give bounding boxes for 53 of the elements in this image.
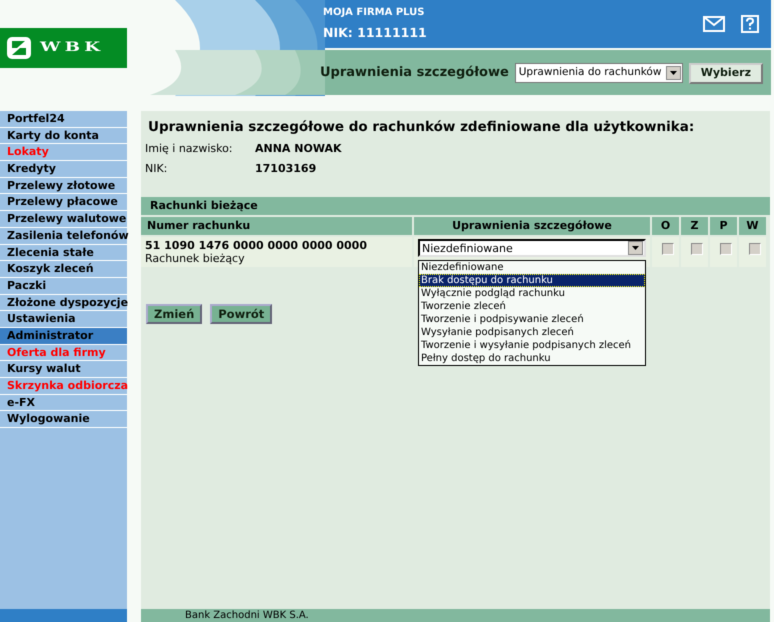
section-heading: Uprawnienia szczegółowe do rachunków zdefiniowane dla użytkownika: <box>147 118 696 137</box>
column-header: P <box>710 217 737 236</box>
sidebar-item[interactable]: Portfel24 <box>0 111 127 128</box>
footer-text: Bank Zachodni WBK S.A. <box>141 609 770 622</box>
company-name: MOJA FIRMA PLUS <box>323 6 426 20</box>
sidebar-item[interactable]: Kredyty <box>0 161 127 178</box>
field-label: Imię i nazwisko: <box>145 141 234 158</box>
account-type: Rachunek bieżący <box>145 252 246 266</box>
permission-select[interactable]: Niezdefiniowane <box>418 239 646 258</box>
dropdown-option[interactable]: Brak dostępu do rachunku <box>419 274 645 288</box>
field-value: 17103169 <box>255 161 316 178</box>
logo-text: WBK <box>40 39 104 58</box>
action-button[interactable]: Powrót <box>210 304 272 324</box>
sidebar-item[interactable]: Kursy walut <box>0 361 127 378</box>
sidebar-item[interactable]: Paczki <box>0 278 127 295</box>
column-header: Numer rachunku <box>141 217 412 236</box>
dropdown-option[interactable]: Wysyłanie podpisanych zleceń <box>419 326 645 340</box>
page-title: Uprawnienia szczegółowe <box>320 64 510 82</box>
dropdown-option[interactable]: Pełny dostęp do rachunku <box>419 352 645 366</box>
account-number: 51 1090 1476 0000 0000 0000 0000 <box>145 239 368 252</box>
select-button[interactable]: Wybierz <box>688 62 763 84</box>
sidebar-item[interactable]: Przelewy złotowe <box>0 178 127 194</box>
dropdown-option[interactable]: Wyłącznie podgląd rachunku <box>419 287 645 300</box>
sidebar-item[interactable]: Złożone dyspozycje <box>0 294 127 312</box>
sidebar-item[interactable]: Przelewy walutowe <box>0 211 127 228</box>
sidebar-item[interactable]: Wylogowanie <box>0 411 127 428</box>
sidebar-item[interactable]: Administrator <box>0 328 127 345</box>
action-button[interactable]: Zmień <box>146 304 202 324</box>
dropdown-option[interactable]: Tworzenie i wysyłanie podpisanych zleceń <box>419 339 645 352</box>
view-select[interactable]: Uprawnienia do rachunków <box>514 63 683 83</box>
column-header: W <box>739 217 766 236</box>
field-value: ANNA NOWAK <box>255 141 342 158</box>
dropdown-option[interactable]: Tworzenie i podpisywanie zleceń <box>419 313 645 326</box>
help-icon[interactable] <box>741 15 759 33</box>
logo-mark-icon <box>6 36 32 60</box>
column-header: Z <box>681 217 708 236</box>
sidebar-item[interactable]: Karty do konta <box>0 128 127 144</box>
column-header: O <box>652 217 679 236</box>
sidebar-item[interactable]: Ustawienia <box>0 311 127 328</box>
dropdown-option[interactable]: Tworzenie zleceń <box>419 300 645 314</box>
dropdown-option[interactable]: Niezdefiniowane <box>419 261 645 274</box>
sidebar-item[interactable]: e-FX <box>0 394 127 412</box>
table-title: Rachunki bieżące <box>141 197 770 216</box>
sidebar-item[interactable]: Przelewy płacowe <box>0 194 127 212</box>
caret-icon <box>632 246 639 250</box>
mail-icon[interactable] <box>703 16 725 32</box>
sidebar-item[interactable]: Zasilenia telefonów <box>0 228 127 244</box>
sidebar-item[interactable]: Koszyk zleceń <box>0 261 127 278</box>
field-label: NIK: <box>145 161 168 178</box>
sidebar-item[interactable]: Zlecenia stałe <box>0 244 127 262</box>
column-header: Uprawnienia szczegółowe <box>414 217 650 236</box>
caret-icon <box>670 71 677 75</box>
nik-label: NIK: 11111111 <box>323 24 428 42</box>
